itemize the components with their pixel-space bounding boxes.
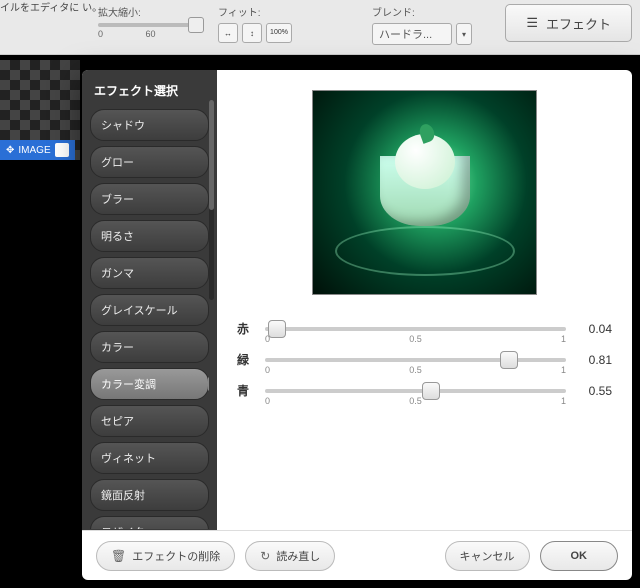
- reload-icon: ↻: [260, 549, 270, 563]
- edit-icon[interactable]: [55, 143, 69, 157]
- sidebar-item-4[interactable]: ガンマ: [90, 257, 209, 289]
- move-icon: ✥: [6, 145, 14, 156]
- slider-row-2: 青 00.51 0.55: [237, 382, 612, 399]
- slider-track[interactable]: 00.51: [265, 327, 566, 331]
- blend-dropdown-button[interactable]: ▾: [456, 23, 472, 45]
- trash-icon: 🗑: [111, 549, 126, 563]
- effect-main: 赤 00.51 0.04 緑 00.51 0.81 青 00.51 0.55: [217, 70, 632, 530]
- reset-button[interactable]: ↻ 読み直し: [245, 541, 335, 571]
- effect-preview: [312, 90, 537, 295]
- slider-value: 0.81: [576, 353, 612, 367]
- sidebar-item-11[interactable]: モザイク: [90, 516, 209, 529]
- delete-effect-button[interactable]: 🗑 エフェクトの削除: [96, 541, 235, 571]
- reset-label: 読み直し: [276, 548, 320, 564]
- zoom-tick-mid: 60: [146, 29, 156, 39]
- fit-horizontal-button[interactable]: ↔: [218, 23, 238, 43]
- effect-button[interactable]: ☰ エフェクト: [505, 4, 632, 42]
- sidebar-item-0[interactable]: シャドウ: [90, 109, 209, 141]
- delete-effect-label: エフェクトの削除: [132, 548, 220, 564]
- fit-100-button[interactable]: 100%: [266, 23, 292, 43]
- truncated-help-text: イルをエディタに い。: [0, 2, 102, 16]
- sidebar-scroll-thumb[interactable]: [209, 100, 214, 210]
- zoom-label: 拡大縮小:: [98, 4, 198, 19]
- dialog-footer: 🗑 エフェクトの削除 ↻ 読み直し キャンセル OK: [82, 530, 632, 580]
- sidebar-item-1[interactable]: グロー: [90, 146, 209, 178]
- slider-row-1: 緑 00.51 0.81: [237, 351, 612, 368]
- zoom-slider[interactable]: 0 60: [98, 23, 198, 39]
- slider-value: 0.55: [576, 384, 612, 398]
- slider-row-0: 赤 00.51 0.04: [237, 320, 612, 337]
- sidebar-item-8[interactable]: セピア: [90, 405, 209, 437]
- sidebar-item-7[interactable]: カラー変調: [90, 368, 209, 400]
- effect-button-label: エフェクト: [546, 14, 611, 33]
- slider-track[interactable]: 00.51: [265, 389, 566, 393]
- sidebar-item-2[interactable]: ブラー: [90, 183, 209, 215]
- slider-name: 赤: [237, 320, 255, 337]
- slider-name: 青: [237, 382, 255, 399]
- blend-select[interactable]: ハードラ...: [372, 23, 452, 45]
- sidebar-item-6[interactable]: カラー: [90, 331, 209, 363]
- image-layer-chip[interactable]: ✥ IMAGE: [0, 140, 75, 160]
- slider-value: 0.04: [576, 322, 612, 336]
- slider-name: 緑: [237, 351, 255, 368]
- cancel-button[interactable]: キャンセル: [445, 541, 530, 571]
- sidebar-title: エフェクト選択: [90, 82, 209, 99]
- image-chip-label: IMAGE: [18, 145, 50, 156]
- sidebar-item-5[interactable]: グレイスケール: [90, 294, 209, 326]
- sliders-icon: ☰: [526, 15, 538, 31]
- blend-label: ブレンド:: [372, 4, 472, 19]
- sidebar-scrollbar[interactable]: [209, 100, 214, 300]
- ok-button[interactable]: OK: [540, 541, 619, 571]
- sidebar-item-9[interactable]: ヴィネット: [90, 442, 209, 474]
- effect-dialog: エフェクト選択 シャドウグローブラー明るさガンマグレイスケールカラーカラー変調セ…: [82, 70, 632, 580]
- sidebar-item-3[interactable]: 明るさ: [90, 220, 209, 252]
- fit-vertical-button[interactable]: ↕: [242, 23, 262, 43]
- fit-label: フィット:: [218, 4, 292, 19]
- zoom-thumb[interactable]: [188, 17, 204, 33]
- slider-track[interactable]: 00.51: [265, 358, 566, 362]
- effect-sidebar: エフェクト選択 シャドウグローブラー明るさガンマグレイスケールカラーカラー変調セ…: [82, 70, 217, 530]
- sidebar-item-10[interactable]: 鏡面反射: [90, 479, 209, 511]
- zoom-tick-min: 0: [98, 29, 103, 39]
